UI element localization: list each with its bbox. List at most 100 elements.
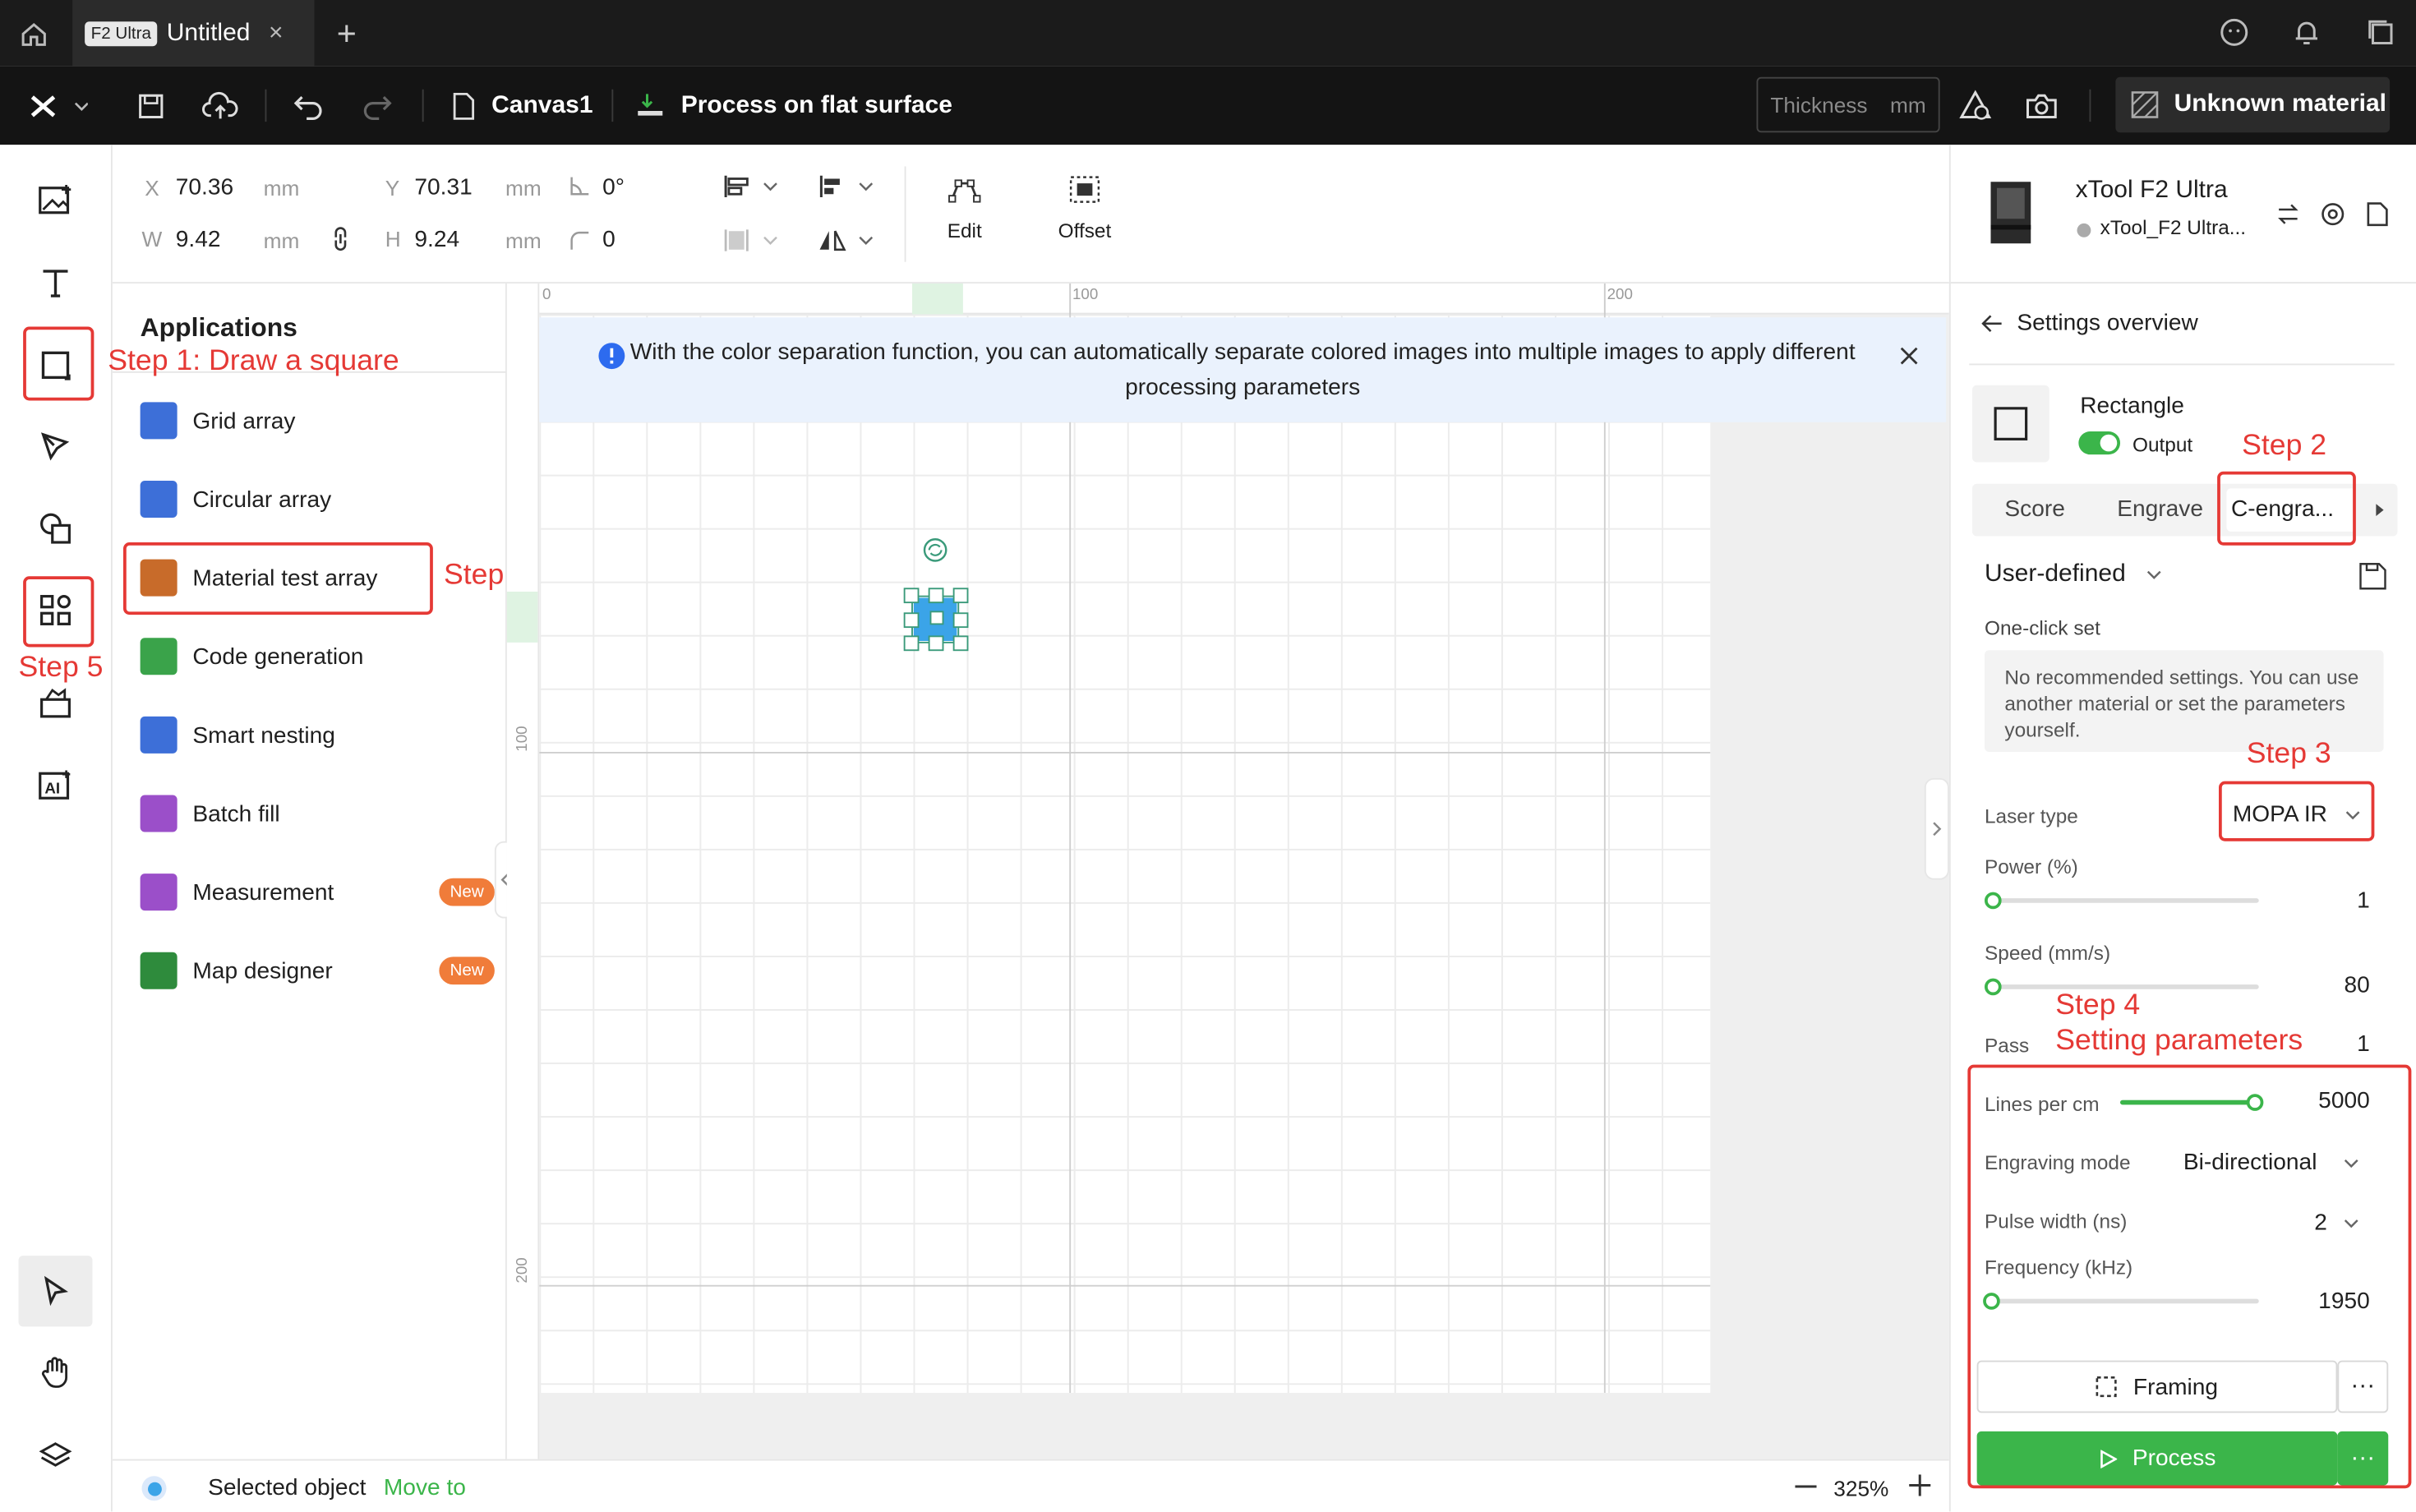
slider-knob[interactable] xyxy=(1983,1293,2000,1310)
framing-more-button[interactable]: ··· xyxy=(2337,1360,2389,1413)
framing-button[interactable]: Framing xyxy=(1976,1360,2338,1413)
tab-engrave[interactable]: Engrave xyxy=(2117,496,2203,523)
move-to-link[interactable]: Move to xyxy=(384,1474,466,1500)
circular-array-icon xyxy=(140,481,178,518)
left-toolbar: AI xyxy=(0,145,113,1512)
save-preset-icon[interactable] xyxy=(2359,562,2387,590)
corner-radius-icon xyxy=(569,229,590,259)
pulse-width-chevron-icon[interactable] xyxy=(2344,1219,2359,1228)
windows-icon[interactable] xyxy=(2365,17,2396,56)
close-notice-icon[interactable] xyxy=(1900,347,1919,366)
preset-chevron-icon[interactable] xyxy=(2146,570,2162,579)
output-toggle[interactable] xyxy=(2078,431,2120,455)
slider-knob[interactable] xyxy=(2246,1094,2264,1111)
power-label: Power (%) xyxy=(1985,855,2078,878)
document-tab[interactable]: F2 Ultra Untitled × xyxy=(72,0,315,67)
flip-dropdown[interactable] xyxy=(818,224,880,257)
upload-cloud-icon[interactable] xyxy=(199,67,242,145)
lock-ratio-icon[interactable] xyxy=(331,227,350,259)
process-button[interactable]: Process xyxy=(1976,1431,2338,1486)
y-input[interactable]: 70.31 xyxy=(414,174,472,201)
auto-measure-icon[interactable] xyxy=(1955,67,1995,145)
combine-shapes-icon[interactable] xyxy=(19,495,93,563)
app-item-batch-fill[interactable]: Batch fill xyxy=(140,786,495,841)
tab-score[interactable]: Score xyxy=(2004,496,2064,523)
save-icon[interactable] xyxy=(132,67,169,145)
x-label: X xyxy=(145,175,159,201)
layers-icon[interactable] xyxy=(19,1422,93,1491)
expand-right-panel-button[interactable] xyxy=(1924,777,1949,880)
bell-icon[interactable] xyxy=(2291,17,2322,56)
lines-per-cm-slider[interactable] xyxy=(2120,1092,2264,1113)
corner-input[interactable]: 0 xyxy=(602,227,616,253)
device-document-icon[interactable] xyxy=(2367,202,2388,227)
select-tool-icon[interactable] xyxy=(18,1256,93,1327)
slider-track[interactable] xyxy=(1990,1298,2259,1304)
app-menu-button[interactable] xyxy=(21,67,95,145)
device-connection[interactable]: xTool_F2 Ultra... xyxy=(2100,216,2246,239)
process-more-button[interactable]: ··· xyxy=(2337,1431,2389,1486)
slider-knob[interactable] xyxy=(1985,978,2002,996)
device-settings-icon[interactable] xyxy=(2321,202,2345,227)
material-selector[interactable]: Unknown material xyxy=(2115,76,2391,133)
undo-icon[interactable] xyxy=(288,67,329,145)
close-tab-icon[interactable]: × xyxy=(269,19,284,47)
back-arrow-icon[interactable] xyxy=(1981,315,2003,334)
zoom-out-icon[interactable] xyxy=(1795,1485,1817,1489)
process-mode-selector[interactable]: Process on flat surface xyxy=(635,67,952,145)
zoom-in-icon[interactable] xyxy=(1909,1474,1931,1496)
slider-knob[interactable] xyxy=(1985,892,2002,910)
thickness-input[interactable]: Thickness mm xyxy=(1756,76,1940,133)
speed-value[interactable]: 80 xyxy=(2289,972,2369,998)
h-input[interactable]: 9.24 xyxy=(414,227,459,253)
image-icon[interactable] xyxy=(19,167,93,235)
app-item-grid-array[interactable]: Grid array xyxy=(140,393,495,449)
power-value[interactable]: 1 xyxy=(2289,887,2370,914)
device-badge: F2 Ultra xyxy=(85,21,158,46)
pulse-width-dropdown[interactable]: 2 xyxy=(2314,1210,2327,1236)
canvas-selector[interactable]: Canvas1 xyxy=(451,67,593,145)
zoom-level[interactable]: 325% xyxy=(1833,1476,1888,1500)
process-label: Process xyxy=(2132,1445,2216,1472)
rotation-input[interactable]: 0° xyxy=(602,174,625,201)
switch-device-icon[interactable] xyxy=(2277,204,2298,225)
batch-fill-icon xyxy=(140,795,178,832)
app-item-map-designer[interactable]: Map designer New xyxy=(140,943,495,999)
distribute-dropdown[interactable] xyxy=(722,224,784,257)
work-area-grid[interactable] xyxy=(539,314,1711,1393)
edit-nodes-icon xyxy=(948,179,981,203)
w-input[interactable]: 9.42 xyxy=(176,227,221,253)
redo-icon[interactable] xyxy=(357,67,398,145)
app-item-smart-nesting[interactable]: Smart nesting xyxy=(140,708,495,763)
pen-tool-icon[interactable] xyxy=(19,413,93,482)
lines-per-cm-value[interactable]: 5000 xyxy=(2275,1088,2370,1114)
frequency-value[interactable]: 1950 xyxy=(2275,1288,2370,1315)
help-icon[interactable] xyxy=(2219,17,2250,56)
slider-track[interactable] xyxy=(1992,898,2259,903)
app-item-measurement[interactable]: Measurement New xyxy=(140,864,495,920)
preset-dropdown[interactable]: User-defined xyxy=(1985,561,2126,589)
home-icon[interactable] xyxy=(0,0,67,67)
text-tool-icon[interactable] xyxy=(19,248,93,316)
app-item-code-generation[interactable]: Code generation xyxy=(140,629,495,685)
x-input[interactable]: 70.36 xyxy=(176,174,233,201)
app-item-circular-array[interactable]: Circular array xyxy=(140,472,495,528)
engraving-mode-dropdown[interactable]: Bi-directional xyxy=(2183,1150,2317,1176)
align-dropdown[interactable] xyxy=(818,169,880,203)
step5-highlight xyxy=(23,576,95,648)
selected-square[interactable] xyxy=(903,533,971,653)
pass-label: Pass xyxy=(1985,1034,2030,1058)
power-slider[interactable] xyxy=(1985,891,2259,912)
hand-tool-icon[interactable] xyxy=(19,1339,93,1407)
camera-icon[interactable] xyxy=(2022,67,2062,145)
align-objects-dropdown[interactable] xyxy=(722,169,784,203)
offset-button[interactable]: Offset xyxy=(1054,176,1116,242)
ai-tool-icon[interactable]: AI xyxy=(19,752,93,820)
new-tab-button[interactable]: + xyxy=(327,0,367,67)
step1-highlight xyxy=(23,326,95,401)
edit-button[interactable]: Edit xyxy=(940,176,989,242)
tabs-next-icon[interactable] xyxy=(2376,504,2384,517)
new-badge: New xyxy=(439,878,495,906)
frequency-slider[interactable] xyxy=(1983,1291,2259,1312)
engraving-mode-chevron-icon[interactable] xyxy=(2344,1159,2359,1169)
